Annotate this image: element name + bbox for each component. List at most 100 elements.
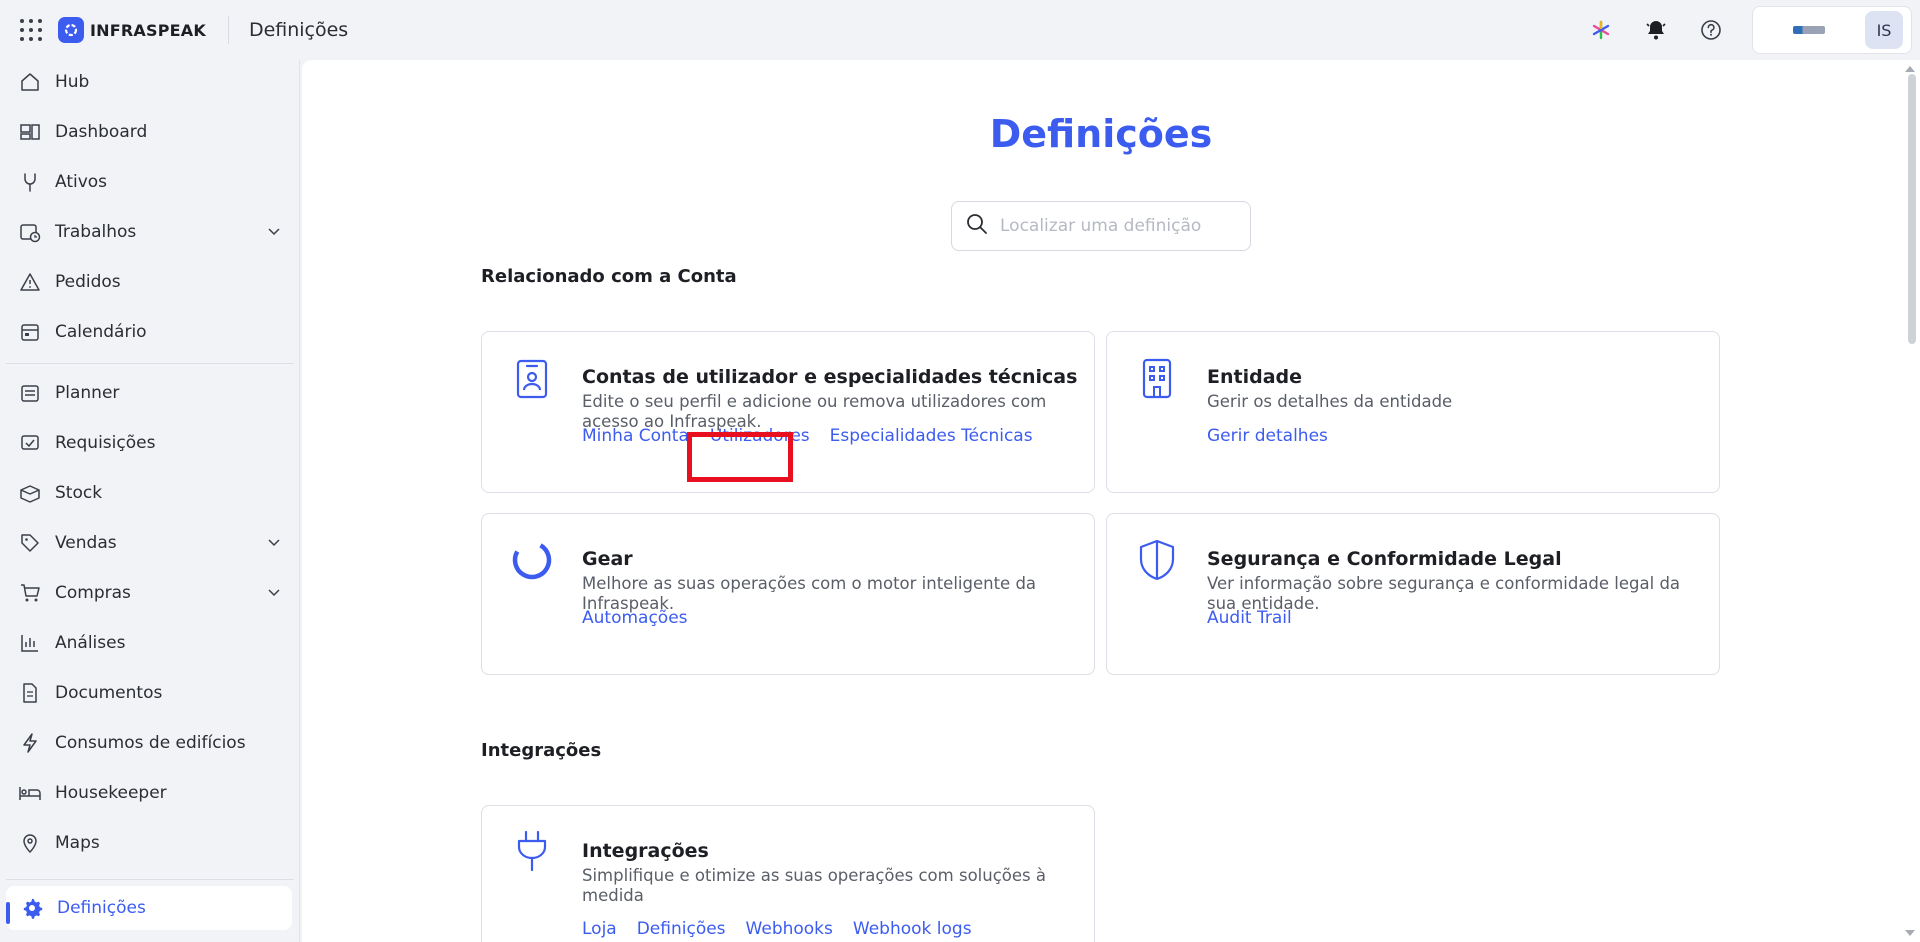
document-icon [18, 681, 42, 705]
planner-icon [18, 381, 42, 405]
sidebar-item-label: Pedidos [55, 272, 121, 292]
card-links: Automações [582, 608, 708, 628]
sidebar-item-requisicoes[interactable]: Requisições [0, 421, 296, 465]
section-title-integrations: Integrações [481, 740, 602, 761]
sidebar-item-label: Definições [57, 898, 146, 918]
top-actions: IS [1587, 6, 1912, 54]
sidebar-item-label: Stock [55, 483, 103, 503]
card-description: Gerir os detalhes da entidade [1207, 392, 1453, 411]
bed-icon [18, 781, 42, 805]
card-links: Loja Definições Webhooks Webhook logs [582, 919, 992, 939]
search-input[interactable] [1000, 216, 1240, 236]
sidebar-item-analises[interactable]: Análises [0, 621, 296, 665]
sidebar-item-label: Trabalhos [55, 222, 137, 242]
avatar[interactable]: IS [1865, 11, 1903, 49]
scroll-down-arrow[interactable] [1905, 930, 1915, 936]
card-description: Simplifique e otimize as suas operações … [582, 866, 1046, 905]
sidebar-item-vendas[interactable]: Vendas [0, 521, 296, 565]
sidebar-item-hub[interactable]: Hub [0, 60, 296, 104]
sidebar-item-calendario[interactable]: Calendário [0, 310, 296, 354]
sidebar-item-documentos[interactable]: Documentos [0, 671, 296, 715]
link-automacoes[interactable]: Automações [582, 608, 688, 628]
card-gear: Gear Melhore as suas operações com o mot… [481, 513, 1095, 675]
sidebar-item-stock[interactable]: Stock [0, 471, 296, 515]
link-especialidades-tecnicas[interactable]: Especialidades Técnicas [830, 426, 1033, 446]
gear-ring-icon [510, 538, 554, 582]
account-switcher[interactable]: IS [1752, 6, 1912, 54]
calendar-clock-icon [18, 220, 42, 244]
sidebar-item-label: Documentos [55, 683, 163, 703]
sidebar-item-label: Dashboard [55, 122, 148, 142]
sidebar-item-housekeeper[interactable]: Housekeeper [0, 771, 296, 815]
sidebar-item-pedidos[interactable]: Pedidos [0, 260, 296, 304]
search-icon [966, 213, 988, 239]
card-title: Gear [582, 548, 633, 570]
page-title: Definições [989, 112, 1213, 156]
requisition-icon [18, 431, 42, 455]
sidebar-item-maps[interactable]: Maps [0, 821, 296, 865]
sidebar: Hub Dashboard Ativos Trabalhos Pedidos C… [0, 60, 300, 942]
brand-logo[interactable]: INFRASPEAK [58, 17, 206, 43]
brand-name: INFRASPEAK [90, 20, 206, 40]
sidebar-item-ativos[interactable]: Ativos [0, 160, 296, 204]
sidebar-divider [6, 363, 294, 364]
sidebar-item-label: Maps [55, 833, 100, 853]
sidebar-item-compras[interactable]: Compras [0, 571, 296, 615]
sidebar-item-label: Compras [55, 583, 131, 603]
sidebar-item-planner[interactable]: Planner [0, 371, 296, 415]
scroll-up-arrow[interactable] [1905, 66, 1915, 72]
settings-search [951, 201, 1251, 251]
sparkle-icon[interactable] [1587, 16, 1615, 44]
sidebar-item-label: Hub [55, 72, 90, 92]
sidebar-item-trabalhos[interactable]: Trabalhos [0, 210, 296, 254]
link-gerir-detalhes[interactable]: Gerir detalhes [1207, 426, 1328, 446]
sidebar-item-label: Requisições [55, 433, 156, 453]
link-definicoes[interactable]: Definições [637, 919, 726, 939]
link-webhook-logs[interactable]: Webhook logs [853, 919, 972, 939]
card-entidade: Entidade Gerir os detalhes da entidade G… [1106, 331, 1720, 493]
sidebar-item-dashboard[interactable]: Dashboard [0, 110, 296, 154]
bell-icon[interactable] [1642, 16, 1670, 44]
card-title: Integrações [582, 840, 709, 862]
bar-chart-icon [18, 631, 42, 655]
card-title: Contas de utilizador e especialidades té… [582, 366, 1078, 388]
section-title-account: Relacionado com a Conta [481, 266, 737, 287]
calendar-icon [18, 320, 42, 344]
sidebar-item-label: Vendas [55, 533, 117, 553]
top-bar: INFRASPEAK Definições IS [0, 0, 1920, 60]
chevron-down-icon[interactable] [264, 583, 284, 603]
card-seguranca: Segurança e Conformidade Legal Ver infor… [1106, 513, 1720, 675]
apps-grid-icon[interactable] [20, 19, 42, 41]
shield-icon [1135, 538, 1179, 582]
sidebar-item-label: Planner [55, 383, 120, 403]
link-minha-conta[interactable]: Minha Conta [582, 426, 689, 446]
sidebar-item-definicoes[interactable]: Definições [6, 886, 292, 930]
card-links: Audit Trail [1207, 608, 1312, 628]
link-webhooks[interactable]: Webhooks [746, 919, 833, 939]
wrench-icon [18, 170, 42, 194]
link-loja[interactable]: Loja [582, 919, 617, 939]
company-logo [1793, 26, 1825, 34]
highlight-box [687, 432, 793, 482]
cart-icon [18, 581, 42, 605]
link-audit-trail[interactable]: Audit Trail [1207, 608, 1292, 628]
help-icon[interactable] [1697, 16, 1725, 44]
sidebar-item-label: Ativos [55, 172, 108, 192]
sidebar-item-label: Análises [55, 633, 126, 653]
chevron-down-icon[interactable] [264, 222, 284, 242]
scrollbar-thumb[interactable] [1908, 74, 1916, 344]
plug-icon [510, 830, 554, 874]
sidebar-item-label: Housekeeper [55, 783, 167, 803]
main-content: Definições Relacionado com a Conta Conta… [302, 60, 1900, 942]
gear-icon [20, 896, 44, 920]
card-links: Gerir detalhes [1207, 426, 1348, 446]
active-indicator [6, 902, 10, 924]
chevron-down-icon[interactable] [264, 533, 284, 553]
lightning-icon [18, 731, 42, 755]
card-integracoes: Integrações Simplifique e otimize as sua… [481, 805, 1095, 942]
id-badge-icon [510, 356, 554, 400]
scrollbar[interactable] [1900, 60, 1920, 942]
tag-icon [18, 531, 42, 555]
dashboard-icon [18, 120, 42, 144]
sidebar-item-consumos[interactable]: Consumos de edifícios [0, 721, 296, 765]
